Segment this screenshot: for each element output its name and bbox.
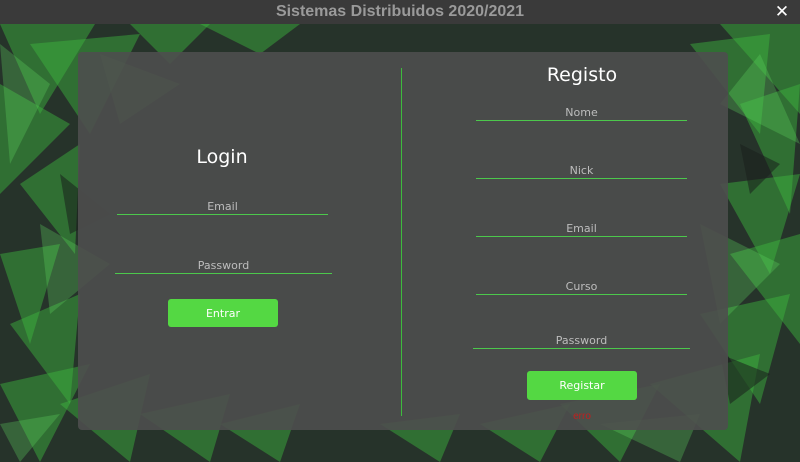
register-title: Registo bbox=[546, 64, 618, 86]
close-icon[interactable]: ✕ bbox=[772, 2, 792, 22]
login-title: Login bbox=[196, 146, 248, 168]
register-nick-placeholder: Nick bbox=[569, 164, 594, 177]
login-button[interactable]: Entrar bbox=[168, 299, 278, 327]
register-email-placeholder: Email bbox=[566, 222, 597, 235]
register-name-placeholder: Nome bbox=[565, 106, 598, 119]
register-course-placeholder: Curso bbox=[565, 280, 598, 293]
login-email-field[interactable]: Email bbox=[117, 195, 328, 215]
register-button[interactable]: Registar bbox=[527, 371, 637, 400]
login-password-placeholder: Password bbox=[197, 259, 250, 272]
register-password-placeholder: Password bbox=[555, 334, 608, 347]
register-course-field[interactable]: Curso bbox=[476, 275, 687, 295]
panel-divider bbox=[401, 68, 402, 416]
login-email-placeholder: Email bbox=[207, 200, 238, 213]
window-title: Sistemas Distribuidos 2020/2021 bbox=[275, 3, 525, 20]
register-password-field[interactable]: Password bbox=[473, 329, 690, 349]
register-email-field[interactable]: Email bbox=[476, 217, 687, 237]
title-bar: Sistemas Distribuidos 2020/2021 ✕ bbox=[0, 0, 800, 24]
register-error-message: erro bbox=[573, 411, 591, 422]
register-name-field[interactable]: Nome bbox=[476, 101, 687, 121]
login-password-field[interactable]: Password bbox=[115, 254, 332, 274]
register-nick-field[interactable]: Nick bbox=[476, 159, 687, 179]
